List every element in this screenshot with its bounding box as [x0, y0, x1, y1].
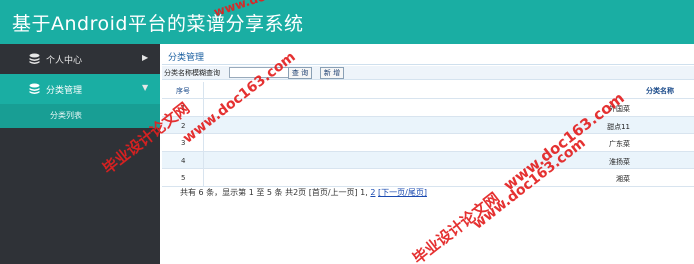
app-header: 基于Android平台的菜谱分享系统	[0, 0, 694, 44]
pagination-summary: 共有 6 条，显示第 1 至 5 条 共2页 [首页/上一页] 1,	[180, 188, 368, 197]
row-index: 4	[181, 156, 186, 165]
stack-icon	[29, 53, 40, 64]
search-bar: 分类名称模糊查询 查 询 新 增	[162, 66, 694, 80]
table-row[interactable]: 5 湘菜	[162, 169, 694, 187]
table-row[interactable]: 4 淮扬菜	[162, 151, 694, 169]
pagination: 共有 6 条，显示第 1 至 5 条 共2页 [首页/上一页] 1, 2 [下一…	[180, 187, 427, 198]
column-divider	[203, 169, 204, 186]
chevron-right-icon: ▶	[142, 53, 149, 62]
sidebar-subitem-category-list[interactable]: 分类列表	[0, 104, 160, 128]
row-index: 5	[181, 174, 186, 182]
column-divider	[203, 134, 204, 151]
watermark-text: 毕业设计论文网	[409, 188, 504, 264]
sidebar-item-personal-center[interactable]: 个人中心 ▶	[0, 44, 160, 74]
sidebar-item-label: 个人中心	[46, 56, 83, 66]
sidebar-item-category-management[interactable]: 分类管理 ▼	[0, 74, 160, 104]
table-row[interactable]: 2 甜点11	[162, 116, 694, 134]
stack-icon	[29, 83, 40, 94]
add-button[interactable]: 新 增	[320, 67, 344, 79]
table-row[interactable]: 3 广东菜	[162, 134, 694, 152]
app-title: 基于Android平台的菜谱分享系统	[12, 13, 304, 35]
sidebar-item-label: 分类管理	[46, 86, 83, 96]
row-category-name: 湘菜	[616, 175, 630, 183]
row-category-name: 淮扬菜	[609, 157, 630, 166]
row-category-name: 广东菜	[609, 140, 630, 148]
breadcrumb: 分类管理	[168, 53, 205, 63]
row-category-name: 甜点11	[607, 122, 630, 131]
column-header-index: 序号	[176, 87, 190, 95]
sidebar-subitem-label: 分类列表	[50, 111, 82, 120]
chevron-down-icon: ▼	[142, 83, 149, 92]
column-divider	[203, 151, 204, 168]
query-button[interactable]: 查 询	[288, 67, 312, 79]
column-header-name[interactable]: 分类名称	[646, 86, 674, 96]
page-2-link[interactable]: 2	[370, 188, 375, 197]
column-divider	[203, 99, 204, 116]
search-label: 分类名称模糊查询	[164, 69, 220, 77]
next-last-page-link[interactable]: [下一页/尾页]	[378, 188, 427, 197]
column-divider	[203, 82, 204, 98]
divider	[162, 64, 694, 65]
